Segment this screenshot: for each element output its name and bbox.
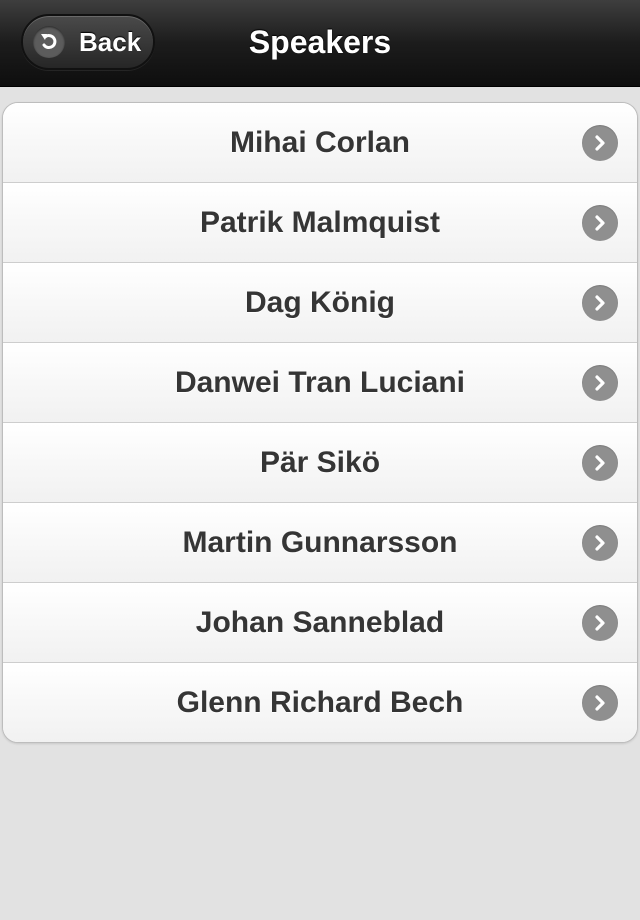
speaker-name: Danwei Tran Luciani: [174, 366, 466, 399]
chevron-right-icon: [582, 365, 618, 401]
speaker-list-item[interactable]: Glenn Richard Bech: [3, 663, 637, 742]
speaker-name: Martin Gunnarsson: [182, 526, 458, 559]
speaker-list-item[interactable]: Mihai Corlan: [3, 103, 637, 183]
page-title: Speakers: [248, 24, 392, 60]
speaker-list: Mihai Corlan Patrik Malmquist Dag König …: [2, 102, 638, 743]
speaker-list-item[interactable]: Patrik Malmquist: [3, 183, 637, 263]
speaker-list-item[interactable]: Johan Sanneblad: [3, 583, 637, 663]
speaker-name: Glenn Richard Bech: [176, 686, 464, 719]
speaker-name: Dag König: [245, 286, 395, 319]
speaker-name: Mihai Corlan: [229, 126, 410, 159]
speaker-list-item[interactable]: Martin Gunnarsson: [3, 503, 637, 583]
navigation-bar: Back Speakers: [0, 0, 640, 87]
chevron-right-icon: [582, 685, 618, 721]
speaker-name: Pär Sikö: [259, 446, 381, 479]
speaker-name: Johan Sanneblad: [195, 606, 445, 639]
speaker-list-item[interactable]: Dag König: [3, 263, 637, 343]
chevron-right-icon: [582, 525, 618, 561]
chevron-right-icon: [582, 285, 618, 321]
chevron-right-icon: [582, 125, 618, 161]
chevron-right-icon: [582, 605, 618, 641]
chevron-right-icon: [582, 445, 618, 481]
speaker-list-item[interactable]: Danwei Tran Luciani: [3, 343, 637, 423]
speaker-list-item[interactable]: Pär Sikö: [3, 423, 637, 503]
speaker-name: Patrik Malmquist: [199, 206, 441, 239]
chevron-right-icon: [582, 205, 618, 241]
